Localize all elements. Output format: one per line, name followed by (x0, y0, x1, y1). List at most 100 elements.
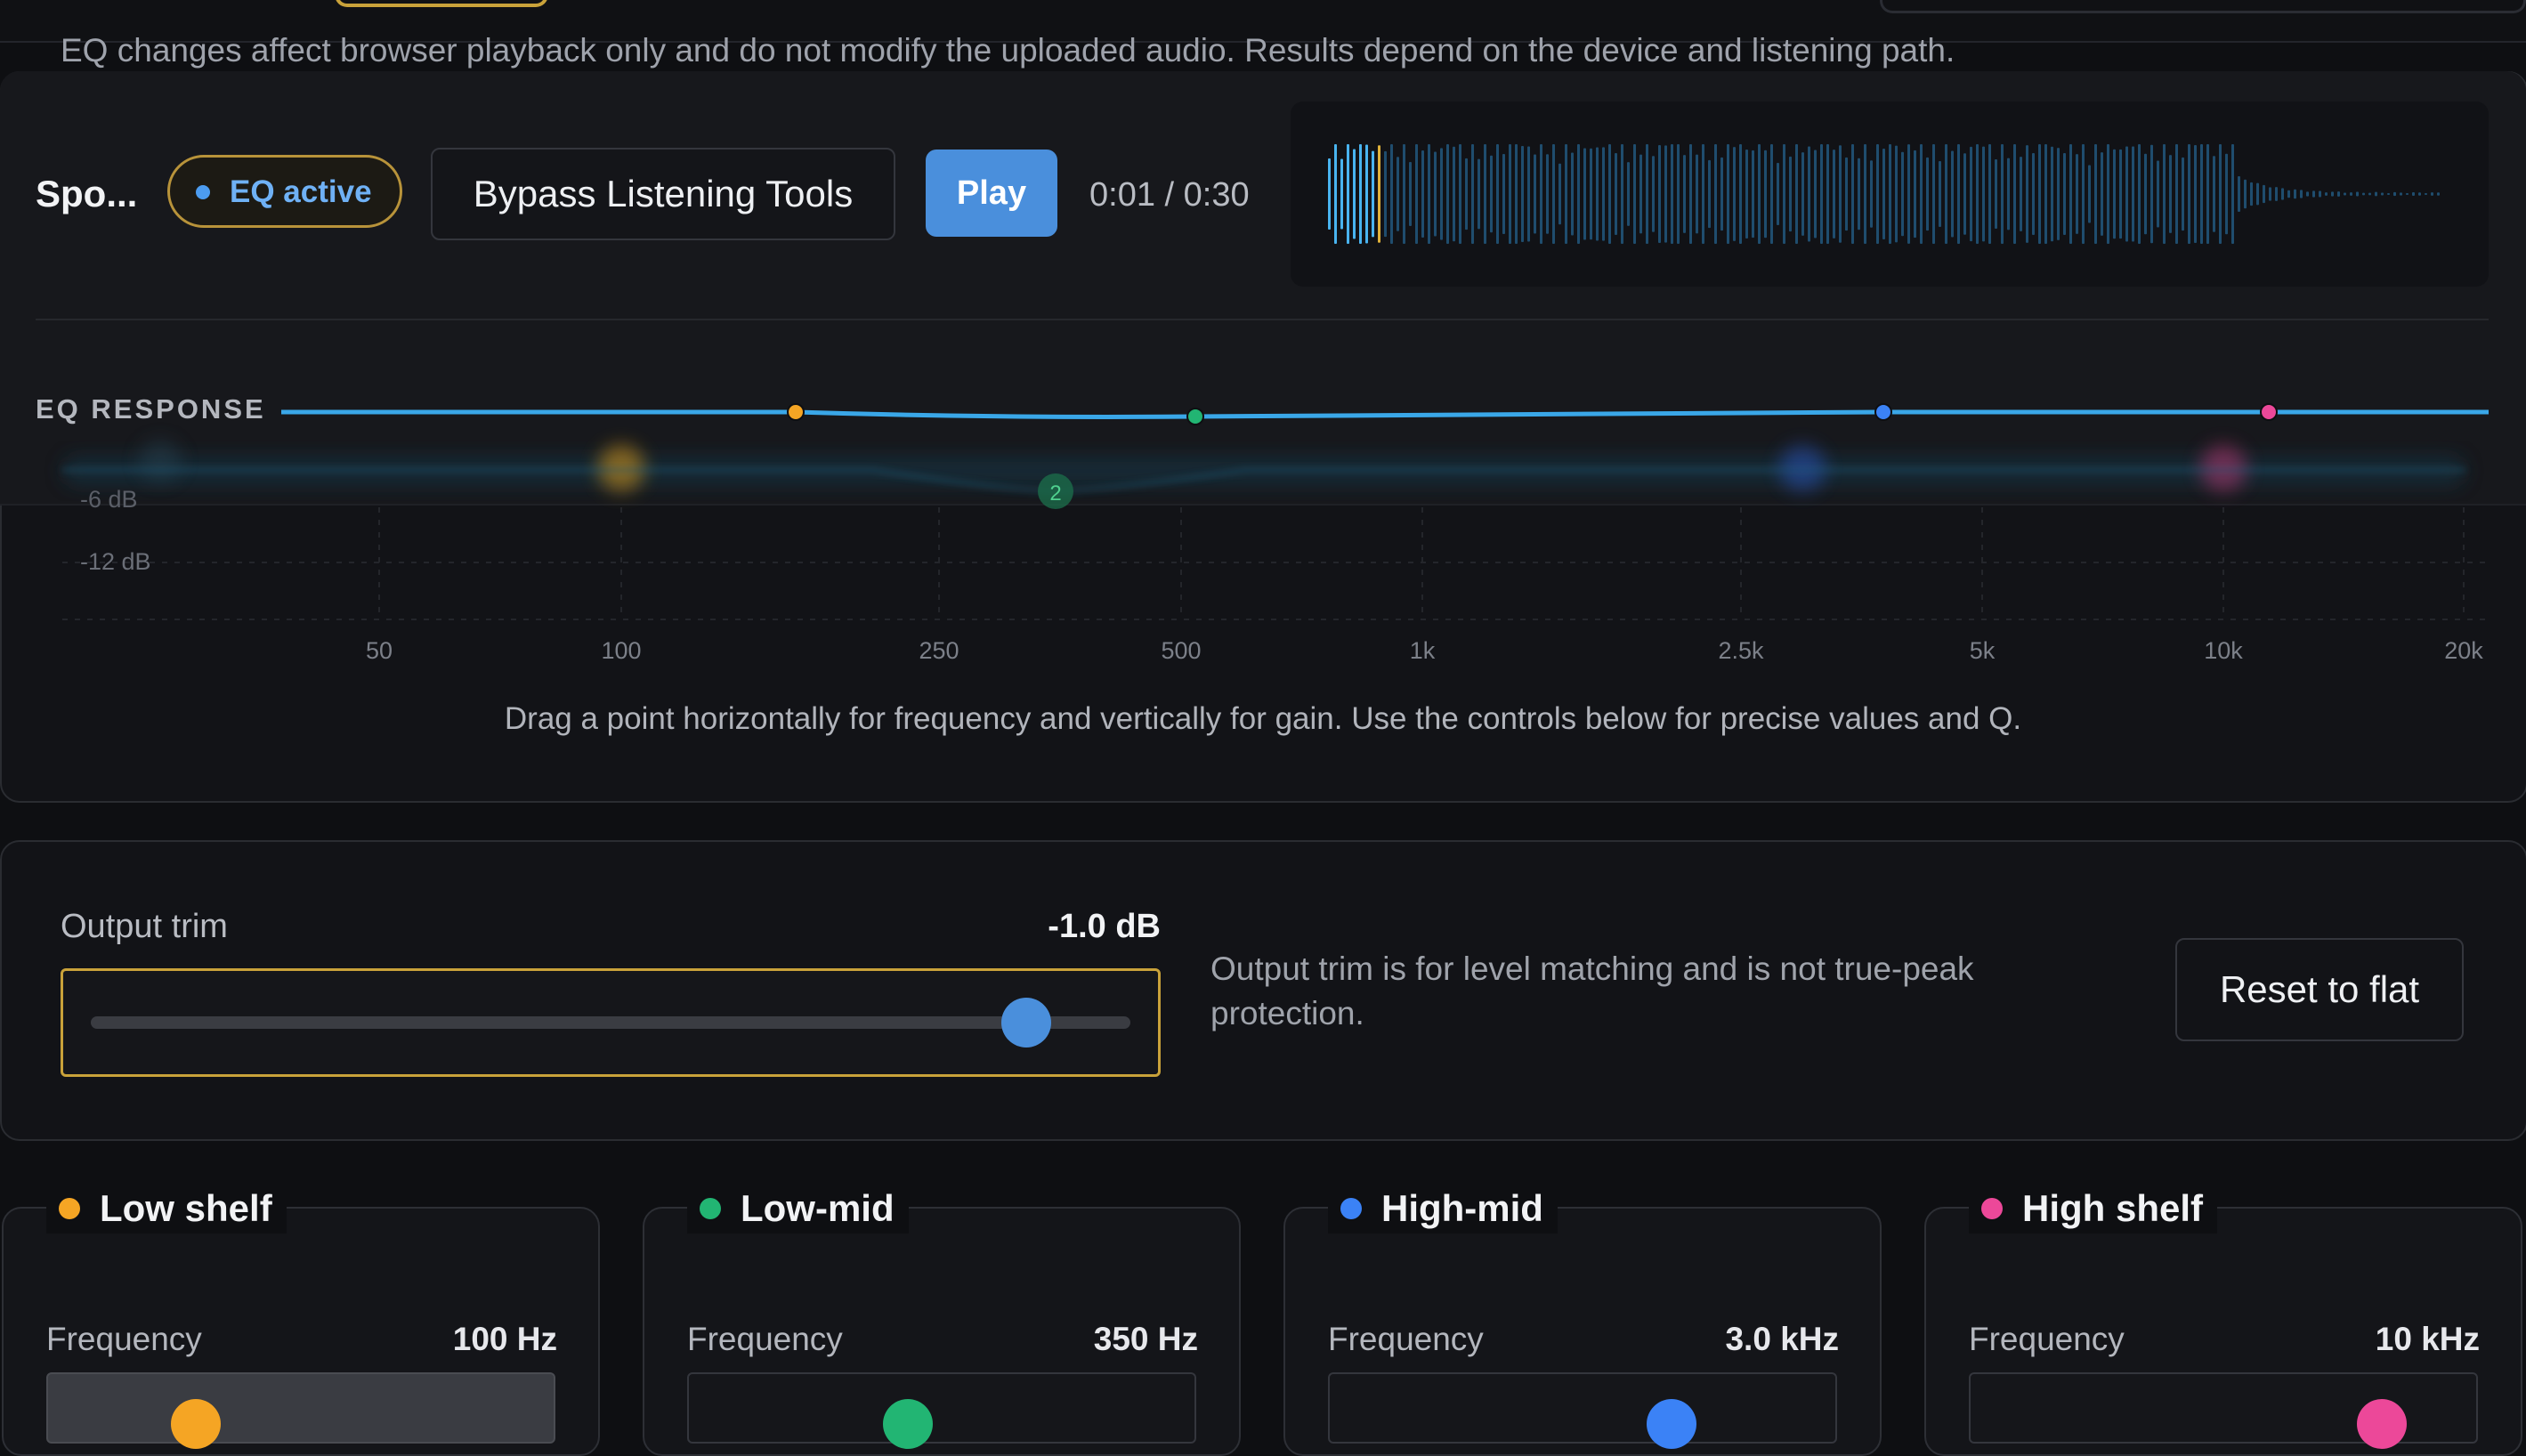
eq-hint: Drag a point horizontally for frequency … (504, 701, 2022, 736)
waveform-bar (2107, 144, 2109, 244)
waveform-bar (1540, 144, 1542, 244)
waveform-bar (1596, 147, 1599, 241)
waveform-bar (1552, 144, 1555, 244)
low-shelf-point[interactable] (787, 403, 805, 421)
waveform-bar (2344, 192, 2346, 196)
band-frequency-thumb[interactable] (171, 1399, 221, 1449)
play-button[interactable]: Play (926, 150, 1057, 237)
high-shelf-point[interactable] (2260, 403, 2278, 421)
freq-tick: 5k (1969, 637, 1996, 664)
waveform-bar (2026, 145, 2028, 243)
top-field-edge[interactable] (1880, 0, 2526, 13)
top-tab-edge[interactable] (335, 0, 548, 7)
band-frequency-label: Frequency (1969, 1321, 2125, 1357)
band-title: High-mid (1381, 1187, 1543, 1229)
band-frequency-thumb[interactable] (883, 1399, 933, 1449)
waveform-bar (2119, 149, 2122, 239)
waveform-bar (1453, 146, 1455, 242)
waveform-bar (1546, 154, 1549, 234)
reset-to-flat-button[interactable]: Reset to flat (2175, 938, 2464, 1041)
waveform-bar (2020, 157, 2022, 231)
waveform-bar (1770, 144, 1773, 244)
waveform-bar (2244, 179, 2247, 209)
band-header-high-mid: High-mid (1328, 1184, 1558, 1234)
waveform-bar (1446, 144, 1449, 244)
waveform-bar (1403, 144, 1405, 244)
waveform-bar (2368, 192, 2371, 196)
waveform-bar (2231, 144, 2234, 244)
waveform-bar (1795, 144, 1798, 244)
waveform-bar (1783, 144, 1785, 244)
waveform-bar (2294, 189, 2296, 199)
waveform-bar (2431, 192, 2433, 196)
low-mid-handle-label: 2 (1049, 481, 1061, 506)
db-tick-minus-12: -12 dB (80, 548, 151, 575)
waveform-bar (2393, 191, 2396, 197)
waveform-bar (1864, 144, 1866, 244)
eq-response-graph[interactable]: 2 (0, 356, 2526, 641)
band-frequency-slider[interactable] (46, 1372, 555, 1444)
waveform-bar (1839, 145, 1842, 243)
waveform-bar (1988, 144, 1991, 244)
waveform-bar (2331, 191, 2334, 197)
bypass-listening-tools-button[interactable]: Bypass Listening Tools (431, 148, 895, 240)
band-frequency-value: 350 Hz (1093, 1321, 1198, 1357)
waveform-bar (1658, 144, 1661, 244)
waveform-bar (1359, 144, 1362, 244)
band-frequency-thumb[interactable] (1647, 1399, 1696, 1449)
eq-active-label: EQ active (230, 174, 372, 209)
waveform-bar (2132, 146, 2134, 242)
output-trim-value: -1.0 dB (1048, 908, 1161, 945)
db-tick-minus-6: -6 dB (80, 486, 138, 513)
waveform-bar (1733, 147, 1736, 241)
waveform-bar (1502, 154, 1505, 234)
waveform-bar (1739, 144, 1742, 244)
band-header-low-mid: Low-mid (687, 1184, 909, 1234)
waveform-bar (1490, 155, 1493, 233)
freq-tick: 100 (601, 637, 642, 664)
band-frequency-thumb[interactable] (2357, 1399, 2407, 1449)
waveform-bar (1646, 144, 1648, 244)
waveform-bar (1683, 155, 1686, 233)
waveform-bar (1758, 144, 1761, 244)
waveform-bar (2076, 154, 2078, 234)
waveform-bars (1328, 144, 2440, 244)
waveform-bar (1671, 144, 1673, 244)
waveform-bar (1789, 156, 1792, 232)
waveform-bar (2013, 144, 2016, 244)
waveform-bar (1926, 157, 1929, 231)
waveform-bar (1664, 145, 1667, 243)
waveform-bar (2194, 145, 2197, 243)
waveform-bar (1559, 163, 1561, 225)
band-frequency-slider[interactable] (687, 1372, 1196, 1444)
waveform-bar (2300, 190, 2303, 198)
output-trim-thumb[interactable] (1001, 998, 1052, 1048)
waveform-bar (1895, 145, 1898, 243)
waveform-bar (1415, 144, 1418, 244)
band-frequency-slider[interactable] (1328, 1372, 1837, 1444)
waveform-bar (1764, 150, 1767, 239)
waveform-bar (1421, 150, 1424, 238)
output-trim-track[interactable] (91, 1016, 1130, 1029)
waveform-bar (2319, 190, 2321, 198)
waveform-bar (1372, 150, 1374, 238)
high-mid-point[interactable] (1874, 403, 1892, 421)
waveform[interactable] (1291, 101, 2489, 287)
freq-tick: 250 (919, 637, 959, 664)
freq-tick: 1k (1409, 637, 1436, 664)
waveform-bar (1858, 158, 1860, 231)
waveform-bar (1397, 157, 1399, 231)
waveform-bar (2138, 144, 2141, 244)
waveform-bar (1478, 158, 1480, 230)
freq-tick: 2.5k (1718, 637, 1764, 664)
waveform-bar (1720, 157, 1723, 231)
waveform-bar (1440, 148, 1443, 240)
band-frequency-value: 3.0 kHz (1725, 1321, 1839, 1357)
waveform-bar (1808, 146, 1810, 242)
waveform-bar (2101, 152, 2103, 236)
low-mid-point[interactable] (1186, 408, 1204, 425)
waveform-bar (1521, 145, 1524, 243)
waveform-bar (1920, 144, 1923, 244)
waveform-bar (1876, 144, 1879, 244)
waveform-bar (1901, 151, 1904, 237)
